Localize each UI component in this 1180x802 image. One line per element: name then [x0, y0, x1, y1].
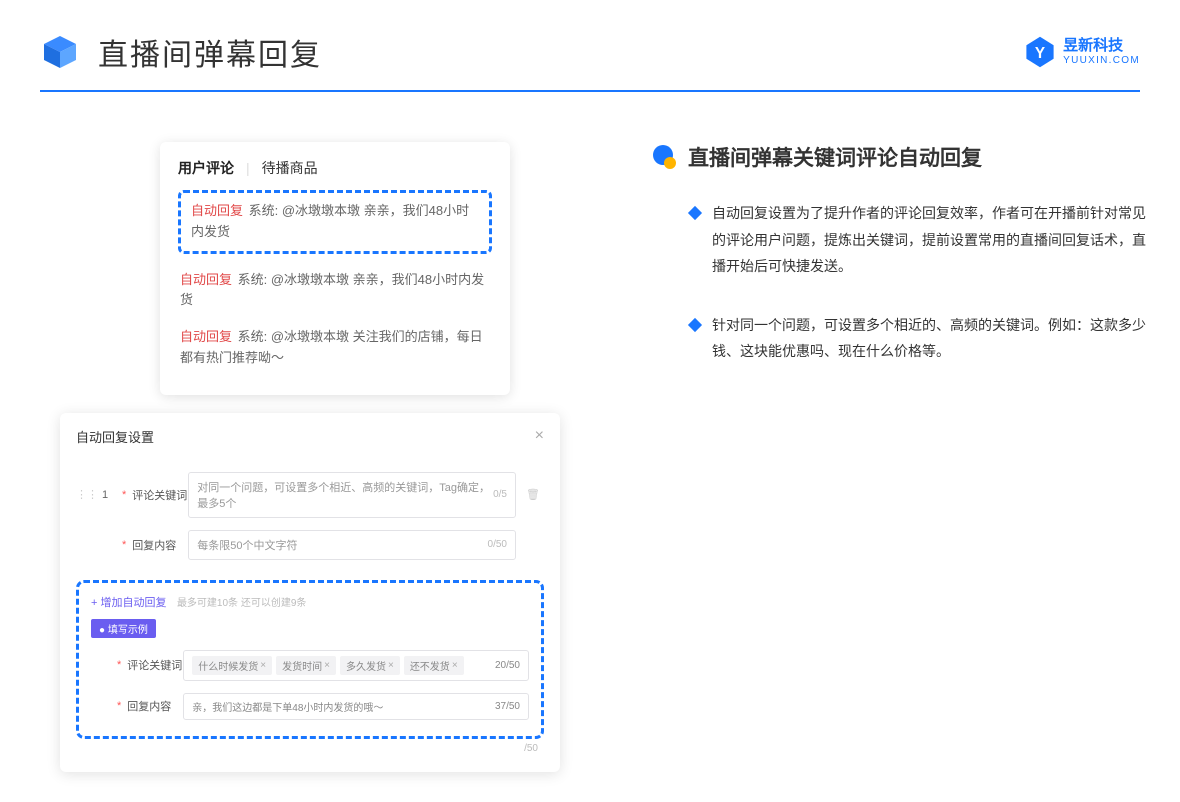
- svg-text:Y: Y: [1035, 45, 1045, 62]
- content-label: 回复内容: [132, 537, 188, 553]
- bullet-item: 针对同一个问题，可设置多个相近的、高频的关键词。例如：这款多少钱、这块能优惠吗、…: [650, 312, 1150, 365]
- bullet-text: 针对同一个问题，可设置多个相近的、高频的关键词。例如：这款多少钱、这块能优惠吗、…: [712, 312, 1150, 365]
- required-star: *: [117, 659, 121, 671]
- auto-reply-tag: 自动回复: [191, 203, 243, 218]
- speech-bubble-icon: [650, 143, 678, 171]
- required-star: *: [117, 700, 121, 712]
- brand-logo: Y 昱新科技 YUUXIN.COM: [1023, 35, 1140, 69]
- required-star: *: [122, 539, 126, 551]
- example-keyword-row: * 评论关键词 什么时候发货×发货时间×多久发货×还不发货× 20/50: [91, 644, 529, 687]
- ex-kw-counter: 20/50: [495, 660, 520, 671]
- keyword-placeholder: 对同一个问题，可设置多个相近、高频的关键词，Tag确定，最多5个: [197, 479, 493, 511]
- add-auto-reply-link[interactable]: + 增加自动回复: [91, 597, 166, 609]
- brand-en: YUUXIN.COM: [1063, 55, 1140, 66]
- trailing-counter: /50: [76, 739, 544, 754]
- tab-user-comments[interactable]: 用户评论: [178, 158, 234, 178]
- diamond-icon: [688, 318, 702, 332]
- keyword-counter: 0/5: [493, 489, 507, 500]
- example-content-row: * 回复内容 亲，我们这边都是下单48小时内发货的哦～ 37/50: [91, 687, 529, 726]
- auto-reply-tag: 自动回复: [180, 329, 232, 344]
- bullet-item: 自动回复设置为了提升作者的评论回复效率，作者可在开播前针对常见的评论用户问题，提…: [650, 200, 1150, 280]
- keyword-tag[interactable]: 多久发货×: [340, 656, 400, 675]
- ex-content-text: 亲，我们这边都是下单48小时内发货的哦～: [192, 699, 383, 714]
- content-field-row: * 回复内容 每条限50个中文字符 0/50: [76, 524, 544, 566]
- example-content-input[interactable]: 亲，我们这边都是下单48小时内发货的哦～ 37/50: [183, 693, 529, 720]
- brand-mark-icon: Y: [1023, 35, 1057, 69]
- drag-handle-icon[interactable]: ⋮⋮: [76, 488, 98, 501]
- tab-divider: |: [246, 160, 250, 176]
- example-keyword-input[interactable]: 什么时候发货×发货时间×多久发货×还不发货× 20/50: [183, 650, 529, 681]
- keyword-tag[interactable]: 发货时间×: [276, 656, 336, 675]
- keyword-input[interactable]: 对同一个问题，可设置多个相近、高频的关键词，Tag确定，最多5个 0/5: [188, 472, 516, 518]
- keyword-tag[interactable]: 还不发货×: [404, 656, 464, 675]
- example-badge: ● 填写示例: [91, 619, 156, 638]
- comment-row: 自动回复 系统: @冰墩墩本墩 亲亲，我们48小时内发货: [178, 262, 492, 320]
- tag-list: 什么时候发货×发货时间×多久发货×还不发货×: [192, 656, 467, 675]
- close-icon[interactable]: ×: [535, 427, 544, 445]
- feature-title: 直播间弹幕关键词评论自动回复: [688, 142, 982, 172]
- keyword-field-row: ⋮⋮ 1 * 评论关键词 对同一个问题，可设置多个相近、高频的关键词，Tag确定…: [76, 466, 544, 524]
- diamond-icon: [688, 206, 702, 220]
- ex-content-label: 回复内容: [127, 698, 183, 714]
- content-input[interactable]: 每条限50个中文字符 0/50: [188, 530, 516, 560]
- cube-icon: [40, 32, 80, 72]
- content-placeholder: 每条限50个中文字符: [197, 537, 297, 553]
- comment-row: 自动回复 系统: @冰墩墩本墩 关注我们的店铺，每日都有热门推荐呦～: [178, 319, 492, 377]
- bullet-text: 自动回复设置为了提升作者的评论回复效率，作者可在开播前针对常见的评论用户问题，提…: [712, 200, 1150, 280]
- auto-reply-tag: 自动回复: [180, 272, 232, 287]
- content-counter: 0/50: [488, 539, 507, 550]
- row-index: 1: [98, 489, 112, 501]
- keyword-label: 评论关键词: [132, 487, 188, 503]
- settings-title: 自动回复设置: [76, 427, 154, 446]
- ex-ct-counter: 37/50: [495, 701, 520, 712]
- required-star: *: [122, 489, 126, 501]
- example-highlight: + 增加自动回复 最多可建10条 还可以创建9条 ● 填写示例 * 评论关键词 …: [76, 580, 544, 739]
- tab-pending-goods[interactable]: 待播商品: [262, 158, 318, 178]
- page-title: 直播间弹幕回复: [98, 30, 322, 74]
- comments-card: 用户评论 | 待播商品 自动回复 系统: @冰墩墩本墩 亲亲，我们48小时内发货…: [160, 142, 510, 395]
- add-muted-text: 最多可建10条 还可以创建9条: [177, 598, 306, 609]
- delete-icon[interactable]: 🗑: [522, 488, 544, 501]
- settings-card: 自动回复设置 × ⋮⋮ 1 * 评论关键词 对同一个问题，可设置多个相近、高频的…: [60, 413, 560, 772]
- brand-cn: 昱新科技: [1063, 38, 1140, 55]
- ex-keyword-label: 评论关键词: [127, 657, 183, 673]
- highlighted-comment: 自动回复 系统: @冰墩墩本墩 亲亲，我们48小时内发货: [178, 190, 492, 254]
- keyword-tag[interactable]: 什么时候发货×: [192, 656, 272, 675]
